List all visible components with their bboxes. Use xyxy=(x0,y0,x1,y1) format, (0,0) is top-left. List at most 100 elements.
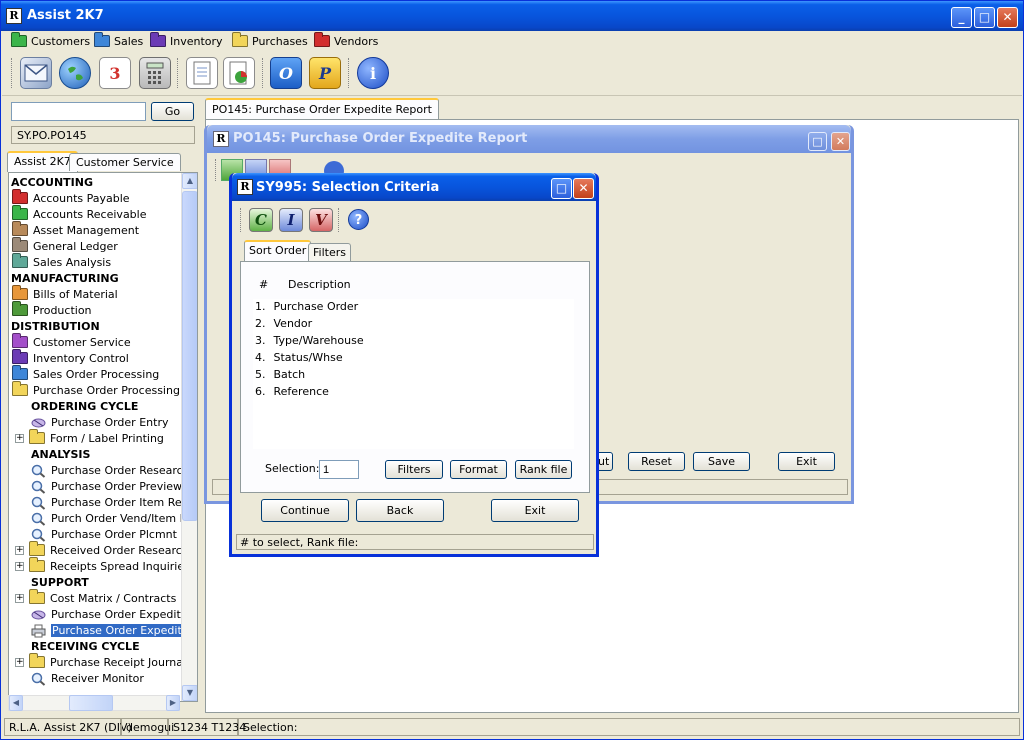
tree-item[interactable]: + Cost Matrix / Contracts xyxy=(15,589,176,606)
sort-list-item[interactable]: 5. Batch xyxy=(255,368,305,384)
calendar-icon[interactable]: 3 xyxy=(99,57,131,89)
folder-icon xyxy=(12,349,28,364)
tab-po145[interactable]: PO145: Purchase Order Expedite Report xyxy=(205,98,439,119)
sort-list-item[interactable]: 1. Purchase Order xyxy=(255,300,358,316)
info-icon[interactable]: i xyxy=(357,57,389,89)
scroll-down-button[interactable]: ▼ xyxy=(182,685,197,701)
globe-icon[interactable] xyxy=(59,57,91,89)
tree-item[interactable]: Purchase Order Preview xyxy=(15,478,182,494)
dialog-title-bar[interactable]: R SY995: Selection Criteria □ ✕ xyxy=(232,173,596,201)
publisher-icon[interactable]: P xyxy=(309,57,341,89)
tree-item-label: Receiver Monitor xyxy=(51,671,144,685)
envelope-icon[interactable] xyxy=(20,57,52,89)
nav-customers[interactable]: Customers xyxy=(11,32,90,49)
rank-file-button[interactable]: Rank file xyxy=(515,460,572,479)
c-tool-icon[interactable]: C xyxy=(249,208,273,232)
reset-button[interactable]: Reset xyxy=(628,452,685,471)
outlook-icon[interactable]: O xyxy=(270,57,302,89)
tree-item[interactable]: Sales Analysis xyxy=(12,253,111,270)
calculator-icon[interactable] xyxy=(139,57,171,89)
magnifier-icon xyxy=(31,496,46,510)
tree-item[interactable]: Purchase Order Plcmnt Inq xyxy=(15,526,197,542)
expand-icon[interactable]: + xyxy=(15,657,24,667)
selection-input[interactable] xyxy=(319,460,359,479)
tree-item[interactable]: Purchase Order Entry xyxy=(15,414,168,430)
scroll-up-button[interactable]: ▲ xyxy=(182,173,197,189)
tab-customer-service[interactable]: Customer Service xyxy=(69,153,181,171)
v-tool-icon[interactable]: V xyxy=(309,208,333,232)
tree-item[interactable]: Accounts Payable xyxy=(12,189,130,206)
format-button[interactable]: Format xyxy=(450,460,507,479)
tree-item[interactable]: Asset Management xyxy=(12,221,139,238)
tree-item[interactable]: Purchase Order Expedite E xyxy=(15,606,197,622)
back-button[interactable]: Back xyxy=(356,499,444,522)
tree-item[interactable]: Sales Order Processing xyxy=(12,365,159,382)
tree-item[interactable]: Purchase Order Expedite R xyxy=(15,622,197,638)
tab-filters[interactable]: Filters xyxy=(308,243,351,262)
title-bar[interactable]: R Assist 2K7 _ □ ✕ xyxy=(1,1,1023,31)
folder-icon xyxy=(94,32,110,47)
exit-button[interactable]: Exit xyxy=(778,452,835,471)
folder-icon xyxy=(29,557,45,572)
tree-item[interactable]: + Purchase Receipt Journal xyxy=(15,653,186,670)
tree-item[interactable]: Receiver Monitor xyxy=(15,670,144,686)
document-icon[interactable] xyxy=(186,57,218,89)
tree-item[interactable]: Purchase Order Research xyxy=(15,462,190,478)
tab-assist-2k7[interactable]: Assist 2K7 xyxy=(7,151,78,172)
tree-item[interactable]: Customer Service xyxy=(12,333,131,350)
scroll-thumb[interactable] xyxy=(182,191,197,521)
nav-inventory[interactable]: Inventory xyxy=(150,32,223,49)
maximize-button[interactable]: □ xyxy=(808,132,827,151)
save-button[interactable]: Save xyxy=(693,452,750,471)
tree-item[interactable]: Purchase Order Item Rese xyxy=(15,494,194,510)
scroll-thumb[interactable] xyxy=(69,695,113,711)
expand-icon[interactable]: + xyxy=(15,545,24,555)
tree-item[interactable]: + Form / Label Printing xyxy=(15,429,164,446)
sort-list-item[interactable]: 2. Vendor xyxy=(255,317,312,333)
scroll-right-button[interactable]: ▶ xyxy=(166,695,180,711)
tree-item[interactable]: Inventory Control xyxy=(12,349,129,366)
i-tool-icon[interactable]: I xyxy=(279,208,303,232)
filters-button[interactable]: Filters xyxy=(385,460,443,479)
nav-purchases[interactable]: Purchases xyxy=(232,32,308,49)
search-input[interactable] xyxy=(11,102,146,121)
maximize-button[interactable]: □ xyxy=(551,178,572,199)
tree-item[interactable]: Accounts Receivable xyxy=(12,205,147,222)
tree-item-label: ORDERING CYCLE xyxy=(31,399,139,413)
toolbar-separator xyxy=(240,208,242,232)
tab-sort-order[interactable]: Sort Order xyxy=(244,240,312,262)
expand-icon[interactable]: + xyxy=(15,433,24,443)
nav-sales[interactable]: Sales xyxy=(94,32,143,49)
sort-list-item[interactable]: 6. Reference xyxy=(255,385,329,401)
minimize-button[interactable]: _ xyxy=(951,7,972,28)
tree-item-label: Form / Label Printing xyxy=(50,431,164,445)
tree-item-label: Purchase Order Item Rese xyxy=(51,495,195,509)
continue-button[interactable]: Continue xyxy=(261,499,349,522)
tree-item[interactable]: + Receipts Spread Inquiries xyxy=(15,557,190,574)
close-button[interactable]: ✕ xyxy=(997,7,1018,28)
sort-list-item[interactable]: 3. Type/Warehouse xyxy=(255,334,364,350)
go-button[interactable]: Go xyxy=(151,102,194,121)
exit-button[interactable]: Exit xyxy=(491,499,579,522)
tree-horizontal-scrollbar[interactable]: ◀ ▶ xyxy=(8,695,180,711)
maximize-button[interactable]: □ xyxy=(974,7,995,28)
sort-list-item[interactable]: 4. Status/Whse xyxy=(255,351,343,367)
tree-item[interactable]: Production xyxy=(12,301,92,318)
chart-document-icon[interactable] xyxy=(223,57,255,89)
expand-icon[interactable]: + xyxy=(15,561,24,571)
tree-item[interactable]: Purchase Order Processing xyxy=(12,381,180,398)
scroll-left-button[interactable]: ◀ xyxy=(9,695,23,711)
help-icon[interactable]: ? xyxy=(348,209,369,230)
po145-title-bar[interactable]: R PO145: Purchase Order Expedite Report … xyxy=(207,125,851,153)
tree-vertical-scrollbar[interactable]: ▲ ▼ xyxy=(181,173,197,701)
tree-item[interactable]: General Ledger xyxy=(12,237,118,254)
tree-item[interactable]: Bills of Material xyxy=(12,285,118,302)
magnifier-icon xyxy=(31,672,46,686)
tree-item[interactable]: + Received Order Researche xyxy=(15,541,196,558)
expand-icon[interactable]: + xyxy=(15,593,24,603)
close-button[interactable]: ✕ xyxy=(831,132,850,151)
tree-subsection-header: ANALYSIS xyxy=(31,446,90,462)
tree-item[interactable]: Purch Order Vend/Item Re: xyxy=(15,510,197,526)
close-button[interactable]: ✕ xyxy=(573,178,594,199)
nav-vendors[interactable]: Vendors xyxy=(314,32,378,49)
